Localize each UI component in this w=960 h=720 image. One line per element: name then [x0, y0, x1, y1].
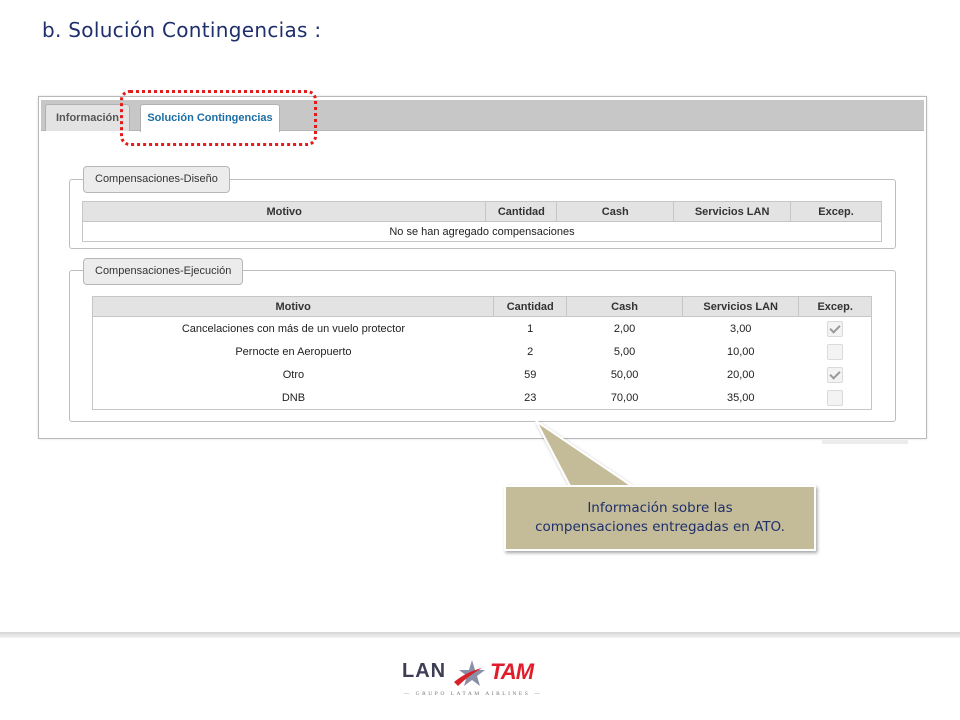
- logo-lan: LAN: [402, 660, 447, 682]
- logo-subtitle: — GRUPO LATAM AIRLINES —: [403, 691, 543, 697]
- callout-line-1: Información sobre las: [587, 500, 733, 516]
- company-logo: LAN TAM — GRUPO LATAM AIRLINES —: [400, 658, 550, 703]
- footer-divider: [0, 632, 960, 638]
- logo-tam: TAM: [490, 659, 534, 684]
- callout-line-2: compensaciones entregadas en ATO.: [535, 519, 785, 535]
- star-icon: [454, 660, 485, 686]
- callout-text: Información sobre las compensaciones ent…: [505, 486, 815, 550]
- callout-shape: [504, 420, 816, 551]
